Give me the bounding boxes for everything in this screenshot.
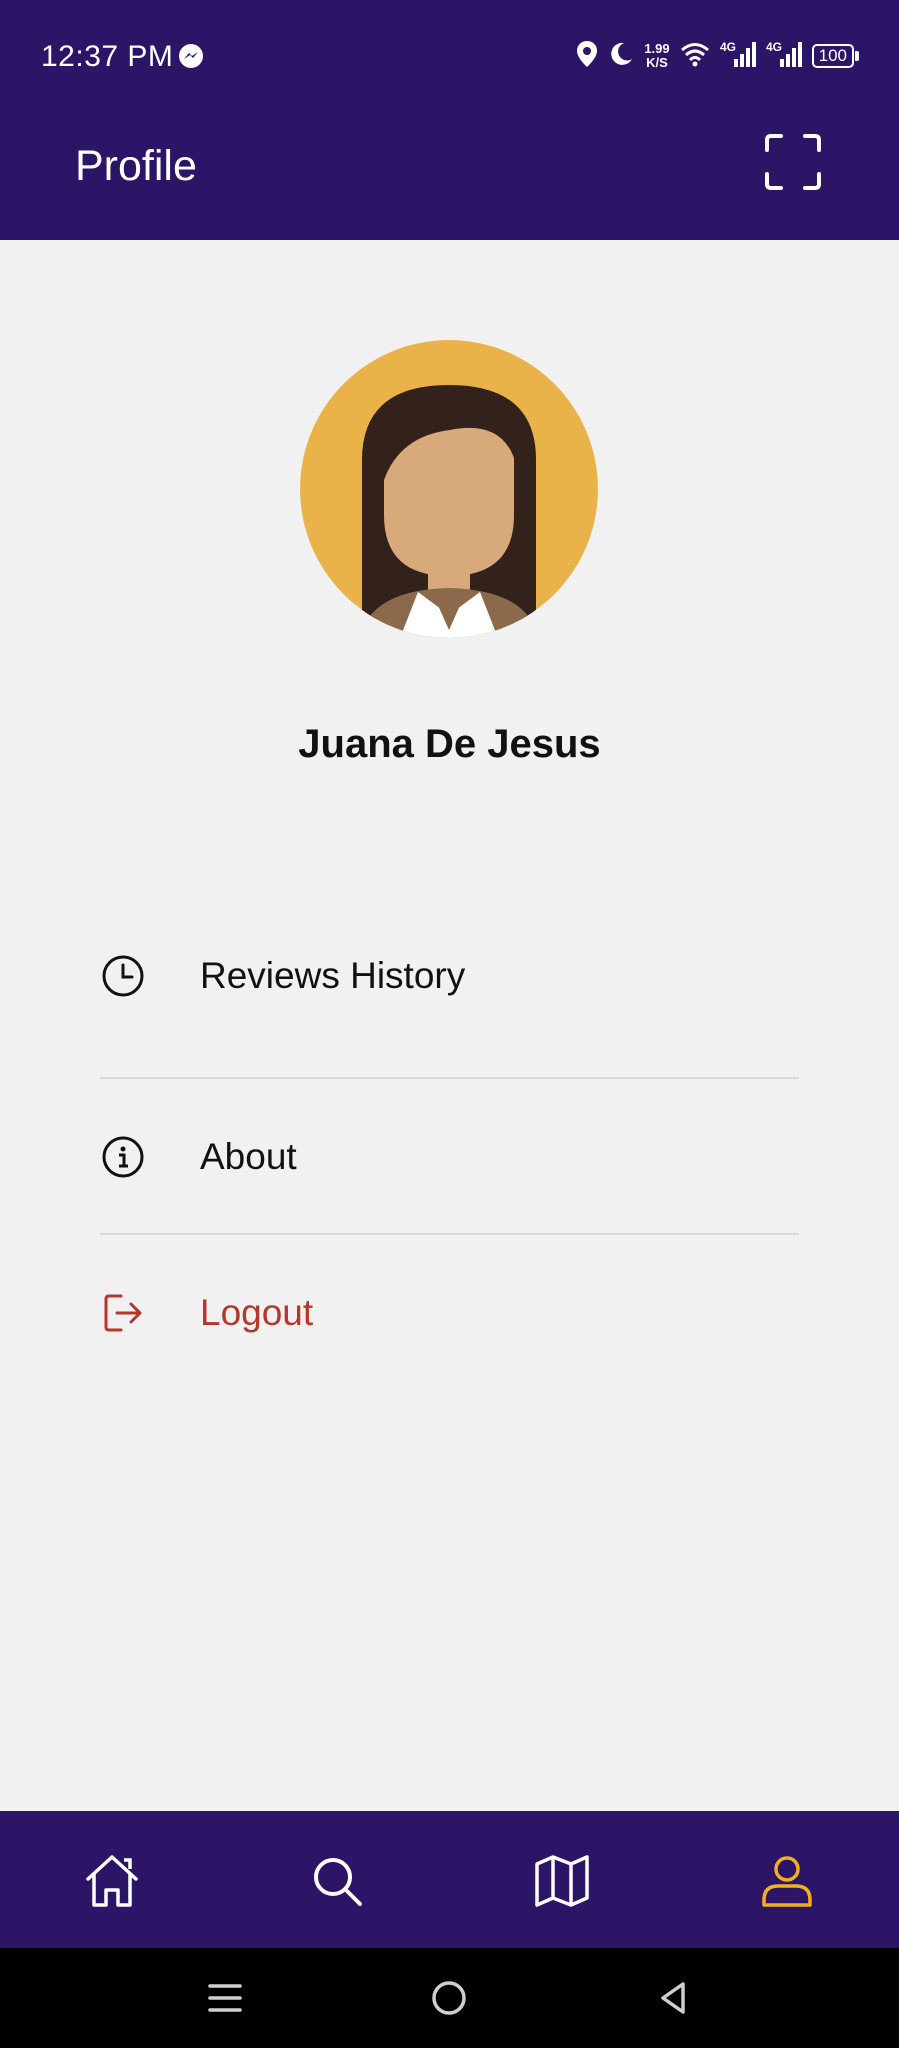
location-icon [576,40,598,73]
signal-icon: 4G [720,39,756,74]
back-button[interactable] [653,1978,693,2018]
avatar [300,340,598,638]
home-system-button[interactable] [429,1978,469,2018]
info-icon [100,1134,146,1180]
menu-item-label: Reviews History [200,955,466,996]
nav-map-button[interactable] [532,1851,592,1911]
status-icons: 1.99 K/S 4G 4G 100 [576,38,859,74]
wifi-icon [680,41,710,72]
divider [100,1077,799,1079]
svg-text:4G: 4G [720,40,736,54]
scan-icon [765,134,821,190]
status-time: 12:37 PM [41,40,174,73]
menu-item-logout[interactable]: Logout [100,1290,800,1336]
svg-text:4G: 4G [766,40,782,54]
menu-item-label: Logout [200,1292,314,1333]
menu-item-label: About [200,1136,297,1177]
scan-button[interactable] [761,130,825,194]
nav-search-button[interactable] [307,1851,367,1911]
net-speed: 1.99 K/S [644,41,670,70]
page-title: Profile [75,142,197,190]
signal-icon-2: 4G [766,39,802,74]
logout-icon [100,1290,146,1336]
circle-icon [432,1981,466,2015]
menu-icon [208,1984,242,2012]
battery-icon: 100 [811,44,859,68]
map-icon [535,1855,589,1907]
menu-item-about[interactable]: About [100,1134,800,1180]
clock-icon [100,953,146,999]
status-bar: 12:37 PM 1.99 K/S 4G 4G 100 [0,0,899,112]
divider [100,1233,799,1235]
user-icon [762,1856,812,1907]
recent-apps-button[interactable] [205,1978,245,2018]
bottom-nav [0,1811,899,1948]
user-name: Juana De Jesus [298,722,601,766]
nav-profile-button[interactable] [757,1851,817,1911]
home-icon [86,1855,138,1907]
moon-icon [608,41,634,72]
system-nav-bar [0,1948,899,2048]
battery-level: 100 [811,44,854,68]
nav-home-button[interactable] [82,1851,142,1911]
messenger-icon [178,43,204,74]
search-icon [314,1858,362,1906]
back-triangle-icon [661,1982,685,2014]
menu-item-reviews-history[interactable]: Reviews History [100,953,800,999]
